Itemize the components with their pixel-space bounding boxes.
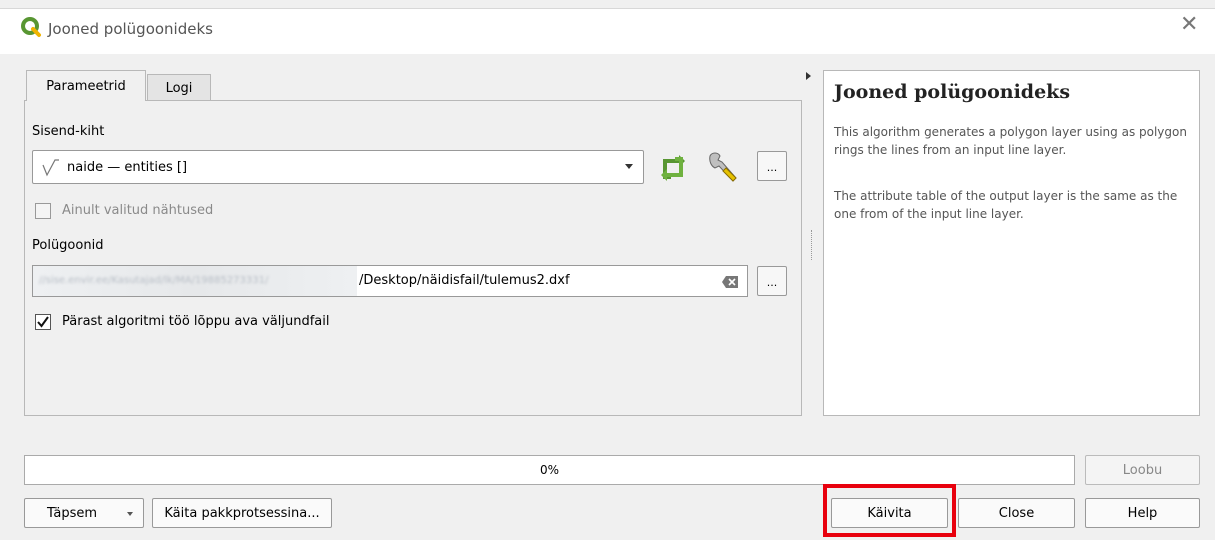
blurred-path-segment: //sise.envir.ee/Kasutajad/lk/MA/19885273… bbox=[33, 266, 357, 296]
help-button[interactable]: Help bbox=[1085, 498, 1200, 528]
wrench-icon[interactable] bbox=[706, 150, 742, 184]
clear-icon[interactable] bbox=[721, 275, 739, 289]
chevron-down-icon bbox=[127, 512, 133, 516]
checkmark-icon bbox=[37, 316, 49, 328]
progress-bar: 0% bbox=[24, 455, 1075, 485]
iterate-icon[interactable] bbox=[657, 153, 689, 183]
open-output-label: Pärast algoritmi töö lõppu ava väljundfa… bbox=[62, 314, 330, 329]
dropdown-arrow-icon bbox=[625, 164, 633, 169]
progress-label: 0% bbox=[539, 463, 560, 477]
input-layer-value: naide — entities [] bbox=[67, 159, 188, 175]
blurred-path-text: //sise.envir.ee/Kasutajad/lk/MA/19885273… bbox=[39, 275, 269, 286]
cancel-button[interactable]: Loobu bbox=[1085, 455, 1200, 485]
open-output-checkbox[interactable] bbox=[35, 314, 51, 330]
tab-log[interactable]: Logi bbox=[147, 74, 211, 101]
collapse-arrow-icon[interactable] bbox=[806, 72, 811, 80]
output-path-value: /Desktop/näidisfail/tulemus2.dxf bbox=[359, 273, 570, 288]
advanced-button-label: Täpsem bbox=[47, 505, 98, 521]
advanced-button[interactable]: Täpsem bbox=[24, 498, 144, 528]
qgis-logo-icon bbox=[21, 17, 41, 37]
output-browse-button[interactable]: ... bbox=[757, 266, 787, 296]
help-paragraph-1: This algorithm generates a polygon layer… bbox=[834, 125, 1187, 157]
splitter-handle[interactable] bbox=[811, 230, 813, 260]
output-label: Polügoonid bbox=[32, 238, 104, 253]
help-panel: Jooned polügoonideks This algorithm gene… bbox=[823, 70, 1200, 416]
output-path-field[interactable]: //sise.envir.ee/Kasutajad/lk/MA/19885273… bbox=[32, 265, 748, 297]
parameters-panel bbox=[24, 100, 802, 416]
selected-only-label: Ainult valitud nähtused bbox=[62, 203, 214, 218]
help-title: Jooned polügoonideks bbox=[834, 81, 1071, 103]
run-button-highlight bbox=[823, 484, 956, 537]
help-paragraph-2: The attribute table of the output layer … bbox=[834, 189, 1178, 221]
input-layer-combobox[interactable]: naide — entities [] bbox=[32, 150, 644, 184]
close-button[interactable]: Close bbox=[958, 498, 1075, 528]
batch-process-button[interactable]: Käita pakkprotsessina... bbox=[152, 498, 332, 528]
close-icon[interactable]: ✕ bbox=[1180, 14, 1198, 36]
input-layer-label: Sisend-kiht bbox=[32, 124, 105, 139]
line-layer-icon bbox=[42, 159, 59, 177]
selected-only-checkbox[interactable] bbox=[35, 203, 51, 219]
window-title: Jooned polügoonideks bbox=[48, 20, 213, 38]
input-layer-browse-button[interactable]: ... bbox=[757, 151, 787, 181]
tab-parameters[interactable]: Parameetrid bbox=[26, 70, 146, 101]
